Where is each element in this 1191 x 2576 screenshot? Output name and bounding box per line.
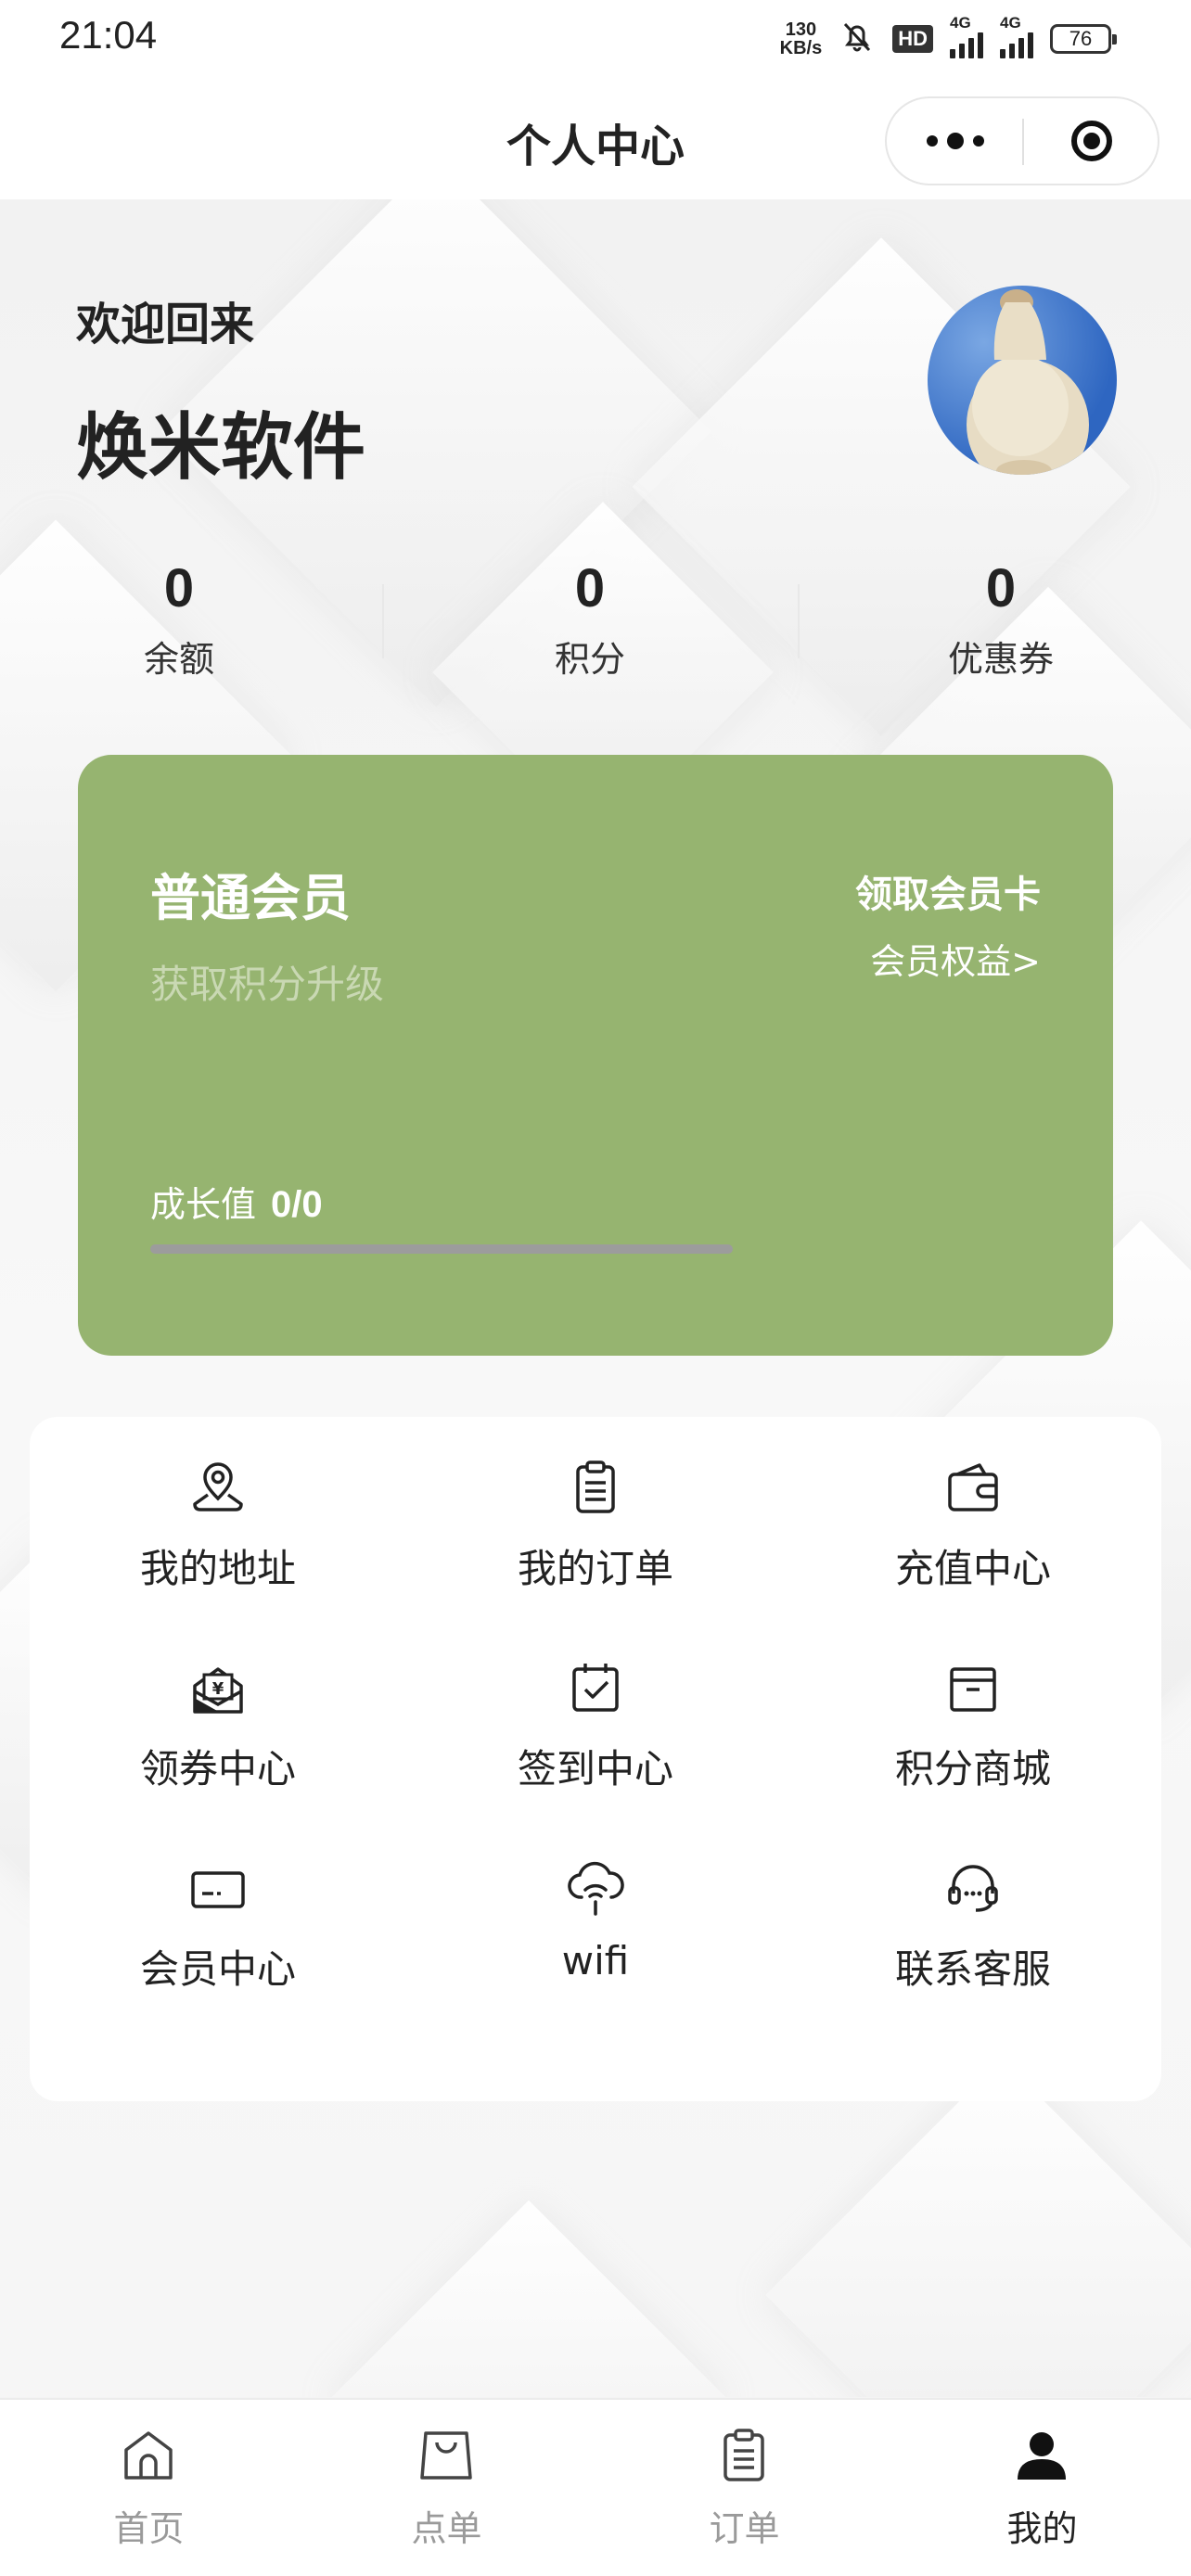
- home-icon: [119, 2426, 178, 2485]
- tab-home[interactable]: 首页: [0, 2400, 298, 2576]
- status-time: 21:04: [59, 13, 158, 57]
- stat-points[interactable]: 0 积分: [469, 556, 711, 682]
- headset-icon: [942, 1858, 1004, 1919]
- stat-balance[interactable]: 0 余额: [58, 556, 300, 682]
- signal-strength-icon-2: 4G: [1000, 14, 1033, 58]
- coupon-envelope-icon: ¥: [187, 1658, 249, 1719]
- member-upgrade-hint: 获取积分升级: [150, 962, 385, 1007]
- nav-header: 个人中心: [0, 83, 1191, 199]
- status-bar: 21:04 130 KB/s HD 4G 4G 76: [0, 0, 1191, 83]
- account-stats: 0 余额 0 积分 0 优惠券: [0, 556, 1191, 695]
- claim-member-card-link[interactable]: 领取会员卡: [855, 864, 1041, 918]
- tab-bar: 首页 点单 订单 我的: [0, 2398, 1191, 2576]
- signal-strength-icon: 4G: [950, 14, 983, 58]
- location-icon: [187, 1458, 249, 1519]
- miniprogram-capsule: [885, 96, 1159, 185]
- growth-number: 0/0: [271, 1184, 323, 1225]
- svg-text:¥: ¥: [212, 1679, 224, 1699]
- wallet-icon: [942, 1458, 1004, 1519]
- member-level: 普通会员: [150, 869, 351, 927]
- menu-item-checkin[interactable]: 签到中心: [407, 1617, 784, 1817]
- growth-label: 成长值: [150, 1184, 257, 1225]
- card-icon: [187, 1858, 249, 1919]
- calendar-check-icon: [565, 1658, 626, 1719]
- stat-divider: [382, 584, 384, 658]
- menu-item-wifi[interactable]: wifi: [407, 1817, 784, 2018]
- battery-icon: 76: [1050, 24, 1117, 54]
- menu-item-orders[interactable]: 我的订单: [407, 1417, 784, 1617]
- menu-item-support[interactable]: 联系客服: [785, 1817, 1161, 2018]
- growth-value: 成长值 0/0: [150, 1176, 323, 1227]
- menu-item-recharge[interactable]: 充值中心: [785, 1417, 1161, 1617]
- member-benefits-link[interactable]: 会员权益>: [870, 933, 1041, 984]
- page: 21:04 130 KB/s HD 4G 4G 76 个人中心 欢迎回来 焕米软…: [0, 0, 1191, 2576]
- bag-icon: [416, 2426, 476, 2485]
- welcome-text: 欢迎回来: [76, 299, 255, 351]
- stat-coupons[interactable]: 0 优惠券: [880, 556, 1121, 682]
- clipboard-icon: [565, 1458, 626, 1519]
- miniprogram-close-icon[interactable]: [1024, 98, 1159, 184]
- user-icon: [1012, 2426, 1071, 2485]
- service-menu: 我的地址 我的订单 充值中心 ¥ 领券中心 签到中心 积分商城 会员中心 wif…: [30, 1417, 1161, 2101]
- more-dots-icon[interactable]: [887, 98, 1024, 184]
- network-speed: 130 KB/s: [779, 19, 823, 58]
- status-icons: 130 KB/s HD 4G 4G 76: [779, 14, 1117, 59]
- tab-orders[interactable]: 订单: [596, 2400, 893, 2576]
- tab-order-menu[interactable]: 点单: [298, 2400, 596, 2576]
- menu-item-points-mall[interactable]: 积分商城: [785, 1617, 1161, 1817]
- avatar[interactable]: [928, 286, 1117, 475]
- menu-item-address[interactable]: 我的地址: [30, 1417, 406, 1617]
- user-name: 焕米软件: [76, 406, 366, 490]
- stat-divider: [798, 584, 800, 658]
- growth-progress-bar: [150, 1244, 733, 1254]
- menu-item-membership[interactable]: 会员中心: [30, 1817, 406, 2018]
- clipboard-icon: [714, 2426, 774, 2485]
- menu-item-coupons[interactable]: ¥ 领券中心: [30, 1617, 406, 1817]
- box-icon: [942, 1658, 1004, 1719]
- wifi-cloud-icon: [565, 1858, 626, 1919]
- member-card[interactable]: 普通会员 获取积分升级 领取会员卡 会员权益> 成长值 0/0: [78, 755, 1113, 1356]
- tab-mine[interactable]: 我的: [893, 2400, 1191, 2576]
- bell-muted-icon: [839, 19, 876, 59]
- hd-badge: HD: [892, 25, 933, 53]
